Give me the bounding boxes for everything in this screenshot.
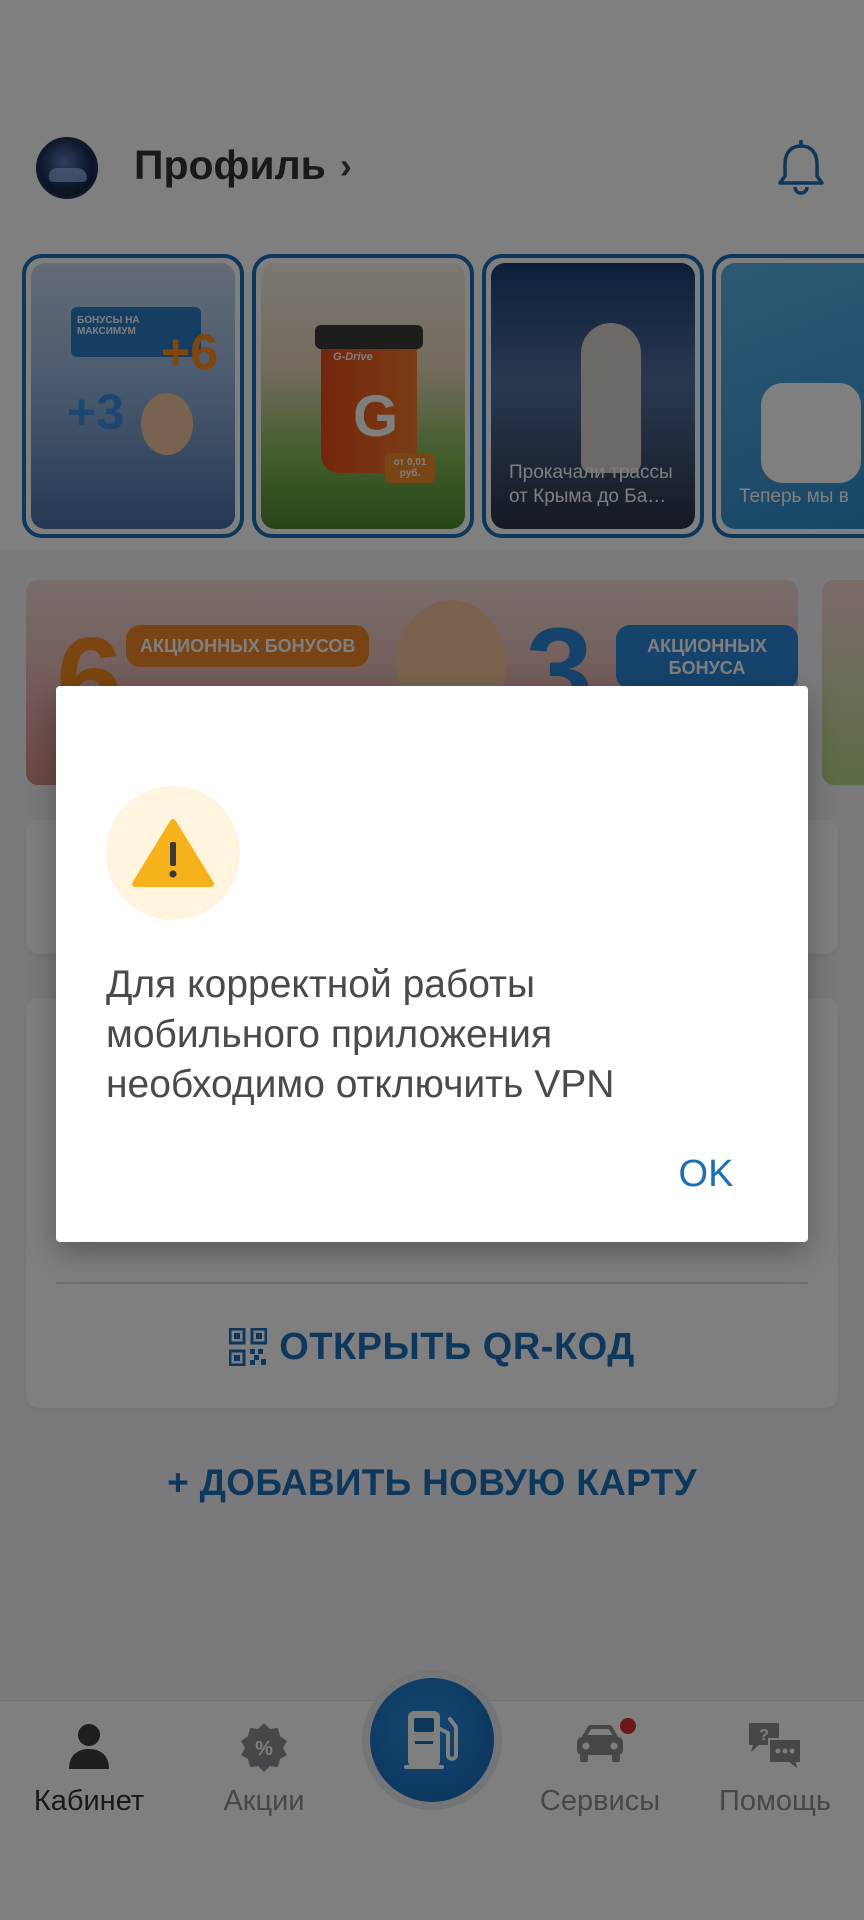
- ok-button[interactable]: OK: [656, 1136, 756, 1212]
- warning-icon: [132, 819, 214, 887]
- vpn-alert-dialog: Для корректной работы мобильного приложе…: [56, 686, 808, 1242]
- dialog-message: Для корректной работы мобильного приложе…: [106, 963, 615, 1106]
- warning-icon-container: [106, 786, 240, 920]
